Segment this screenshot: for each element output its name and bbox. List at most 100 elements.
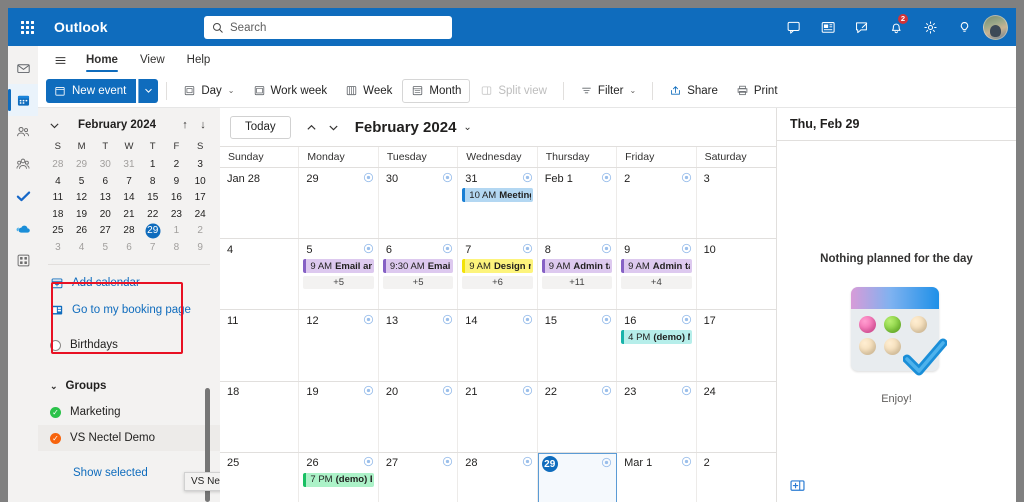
rail-item-todo[interactable] (8, 180, 38, 212)
create-event-icon[interactable] (522, 314, 533, 328)
calendar-day-cell[interactable]: 11 (220, 310, 299, 380)
mini-cal-day[interactable]: 12 (70, 190, 94, 207)
mini-cal-day[interactable]: 3 (46, 240, 70, 257)
teams-chat-icon[interactable] (777, 10, 811, 44)
rail-item-mail[interactable] (8, 52, 38, 84)
app-launcher-icon[interactable] (8, 8, 46, 46)
chevron-down-icon[interactable]: ⌄ (629, 86, 636, 95)
tab-home[interactable]: Home (76, 50, 128, 70)
more-events-link[interactable]: +5 (383, 276, 453, 289)
calendar-day-cell[interactable]: 17 (697, 310, 776, 380)
mini-cal-day[interactable]: 3 (188, 157, 212, 174)
calendar-day-cell[interactable]: 4 (220, 239, 299, 309)
calendar-day-cell[interactable]: 59 AMEmail and c+5 (299, 239, 378, 309)
calendar-day-cell[interactable]: 24 (697, 382, 776, 452)
calendar-day-cell[interactable]: 21 (458, 382, 537, 452)
mini-cal-day[interactable]: 4 (70, 240, 94, 257)
create-event-icon[interactable] (363, 243, 374, 257)
mini-cal-day[interactable]: 2 (188, 223, 212, 240)
more-events-link[interactable]: +11 (542, 276, 612, 289)
calendar-day-cell[interactable]: 23 (617, 382, 696, 452)
mini-calendar-next-icon[interactable]: ↓ (194, 119, 212, 131)
mini-cal-day-today[interactable]: 29 (141, 223, 165, 240)
mini-cal-day[interactable]: 30 (93, 157, 117, 174)
mini-cal-day[interactable]: 9 (188, 240, 212, 257)
calendar-day-cell[interactable]: 3110 AMMeeting 1 (458, 168, 537, 238)
calendar-day-cell[interactable]: 29 (538, 453, 617, 502)
create-event-icon[interactable] (681, 456, 692, 470)
view-month-button[interactable]: Month (402, 79, 470, 103)
search-input[interactable]: Search (204, 16, 452, 39)
today-button[interactable]: Today (230, 116, 291, 139)
calendar-day-cell[interactable]: Feb 1 (538, 168, 617, 238)
settings-gear-icon[interactable] (913, 10, 947, 44)
new-event-button[interactable]: New event (46, 79, 136, 103)
mini-cal-day[interactable]: 2 (165, 157, 189, 174)
share-button[interactable]: Share (661, 79, 726, 103)
create-event-icon[interactable] (442, 172, 453, 186)
calendar-day-cell[interactable]: 18 (220, 382, 299, 452)
mini-cal-day[interactable]: 31 (117, 157, 141, 174)
calendar-day-cell[interactable]: 14 (458, 310, 537, 380)
calendar-event[interactable]: 9 AMAdmin task (621, 259, 691, 273)
calendar-day-cell[interactable]: 267 PM(demo) Eve (299, 453, 378, 502)
create-event-icon[interactable] (442, 314, 453, 328)
hamburger-menu-icon[interactable] (46, 48, 74, 72)
mini-cal-day[interactable]: 25 (46, 223, 70, 240)
mini-cal-day[interactable]: 27 (93, 223, 117, 240)
view-work-week-button[interactable]: Work week (245, 79, 336, 103)
calendar-day-cell[interactable]: 19 (299, 382, 378, 452)
calendar-day-cell[interactable]: 29 (299, 168, 378, 238)
calendar-day-cell[interactable]: Mar 1 (617, 453, 696, 502)
rail-item-onedrive[interactable] (8, 212, 38, 244)
create-event-icon[interactable] (363, 314, 374, 328)
add-event-icon[interactable] (789, 477, 806, 497)
calendar-day-cell[interactable]: 20 (379, 382, 458, 452)
create-event-icon[interactable] (601, 385, 612, 399)
calendar-day-cell[interactable]: 27 (379, 453, 458, 502)
mini-cal-day[interactable]: 10 (188, 174, 212, 191)
filter-button[interactable]: Filter ⌄ (572, 79, 644, 103)
mini-cal-day[interactable]: 1 (141, 157, 165, 174)
calendar-day-cell[interactable]: 69:30 AMEmail an+5 (379, 239, 458, 309)
help-idea-icon[interactable] (947, 10, 981, 44)
mini-cal-day[interactable]: 17 (188, 190, 212, 207)
mini-cal-day[interactable]: 20 (93, 207, 117, 224)
calendar-day-cell[interactable]: 89 AMAdmin task+11 (538, 239, 617, 309)
mini-cal-day[interactable]: 5 (93, 240, 117, 257)
calendar-event[interactable]: 7 PM(demo) Eve (303, 473, 373, 487)
rail-item-apps[interactable] (8, 244, 38, 276)
groups-section-header[interactable]: ⌄ Groups (38, 373, 220, 399)
group-item-marketing[interactable]: ✓ Marketing (38, 399, 220, 425)
notes-icon[interactable] (845, 10, 879, 44)
mini-cal-day[interactable]: 4 (46, 174, 70, 191)
previous-month-icon[interactable] (301, 116, 323, 139)
calendar-day-cell[interactable]: 79 AMDesign revi+6 (458, 239, 537, 309)
calendar-day-cell[interactable]: 15 (538, 310, 617, 380)
mini-cal-day[interactable]: 7 (141, 240, 165, 257)
create-event-icon[interactable] (522, 172, 533, 186)
rail-item-groups[interactable] (8, 148, 38, 180)
create-event-icon[interactable] (681, 243, 692, 257)
view-day-button[interactable]: Day ⌄ (175, 79, 242, 103)
mini-cal-day[interactable]: 5 (70, 174, 94, 191)
group-item-vs-nectel-demo[interactable]: ✓ VS Nectel Demo (38, 425, 220, 451)
news-icon[interactable] (811, 10, 845, 44)
mini-cal-day[interactable]: 29 (70, 157, 94, 174)
create-event-icon[interactable] (522, 243, 533, 257)
tab-view[interactable]: View (130, 50, 175, 70)
new-event-dropdown-button[interactable] (138, 79, 158, 103)
mini-calendar-title[interactable]: February 2024 (58, 119, 176, 131)
calendar-day-cell[interactable]: 13 (379, 310, 458, 380)
create-event-icon[interactable] (681, 172, 692, 186)
mini-cal-day[interactable]: 9 (165, 174, 189, 191)
mini-cal-day[interactable]: 16 (165, 190, 189, 207)
mini-cal-day[interactable]: 15 (141, 190, 165, 207)
create-event-icon[interactable] (363, 385, 374, 399)
rail-item-calendar[interactable] (8, 84, 38, 116)
calendar-event[interactable]: 9 AMAdmin task (542, 259, 612, 273)
calendar-item-birthdays[interactable]: Birthdays (38, 332, 220, 358)
calendar-event[interactable]: 9 AMEmail and c (303, 259, 373, 273)
create-event-icon[interactable] (681, 314, 692, 328)
create-event-icon[interactable] (681, 385, 692, 399)
